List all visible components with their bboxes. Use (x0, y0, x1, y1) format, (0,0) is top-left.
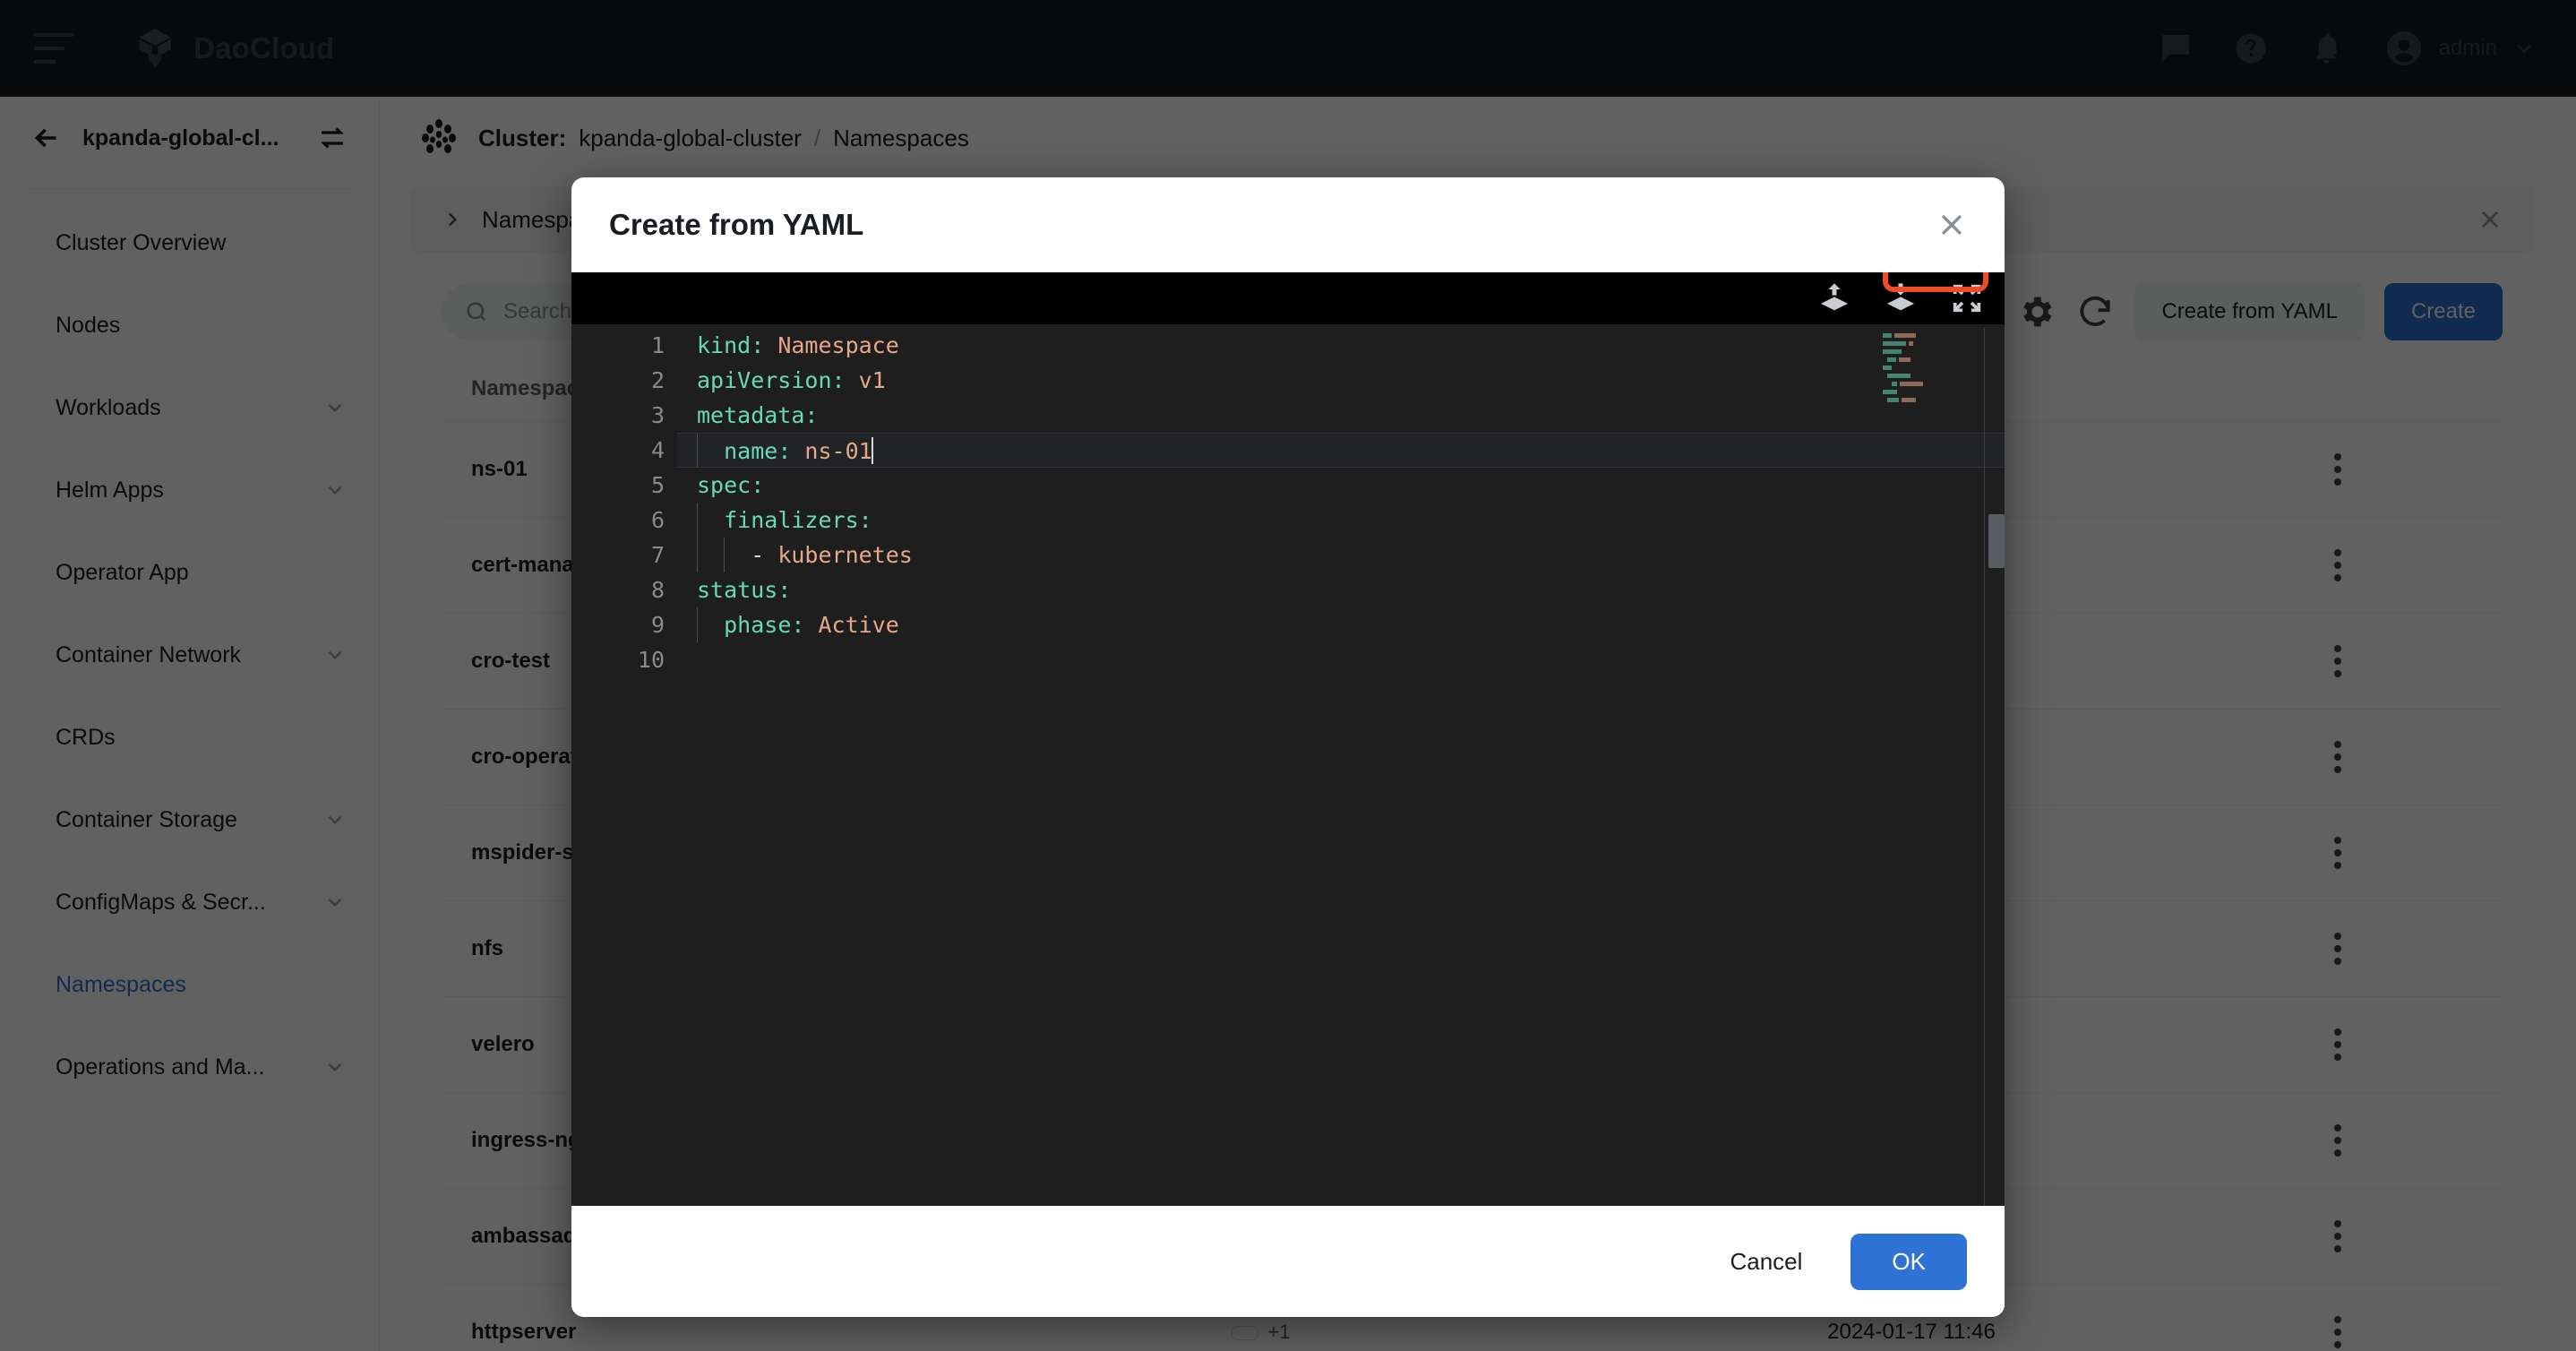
line-number: 1 (650, 332, 665, 358)
yaml-key: kind: (697, 332, 765, 358)
indent-guide (697, 503, 698, 538)
yaml-value: ns-01 (791, 438, 872, 464)
line-number: 8 (650, 577, 665, 603)
yaml-key: - (751, 542, 765, 568)
yaml-value: kubernetes (764, 542, 913, 568)
indent-guide (697, 538, 698, 572)
cancel-button[interactable]: Cancel (1712, 1234, 1820, 1290)
ok-button[interactable]: OK (1850, 1233, 1967, 1290)
code-line[interactable]: finalizers: (677, 503, 2005, 538)
line-number: 4 (650, 437, 665, 463)
line-number: 3 (650, 402, 665, 428)
editor-action-icons (1816, 278, 1985, 319)
fullscreen-icon[interactable] (1949, 280, 1985, 316)
yaml-key: spec: (697, 472, 765, 498)
text-cursor (871, 437, 873, 464)
line-number: 7 (650, 542, 665, 568)
code-line[interactable]: metadata: (677, 398, 2005, 433)
indent-guide (724, 538, 725, 572)
code-line[interactable]: spec: (677, 468, 2005, 503)
yaml-key: apiVersion: (697, 367, 846, 393)
download-icon[interactable] (1883, 280, 1919, 316)
code-line[interactable]: status: (677, 572, 2005, 607)
code-area[interactable]: kind: Namespace apiVersion: v1 metadata: n… (677, 272, 2005, 1206)
create-from-yaml-dialog: Create from YAML 1 2 3 4 5 6 7 8 9 10 kind: Names… (571, 177, 2005, 1317)
indent-guide (697, 434, 698, 467)
code-line[interactable]: - kubernetes (677, 538, 2005, 572)
yaml-key: status: (697, 577, 792, 603)
yaml-value: Active (804, 612, 899, 638)
code-line[interactable] (677, 642, 2005, 677)
app-root: DaoCloud admin (0, 0, 2576, 1351)
yaml-key: finalizers: (724, 507, 872, 533)
code-line[interactable]: name: ns-01 (677, 433, 2005, 468)
code-line[interactable]: kind: Namespace (677, 328, 2005, 363)
line-number: 6 (650, 507, 665, 533)
yaml-key: phase: (724, 612, 805, 638)
code-line[interactable]: phase: Active (677, 607, 2005, 642)
yaml-value: v1 (845, 367, 886, 393)
close-icon[interactable] (1936, 210, 1967, 240)
editor-scroll-track (1984, 328, 1985, 1206)
line-number: 10 (637, 647, 665, 673)
editor-scrollbar-thumb[interactable] (1988, 514, 2005, 568)
dialog-header: Create from YAML (571, 177, 2005, 272)
yaml-key: metadata: (697, 402, 819, 428)
line-number: 2 (650, 367, 665, 393)
dialog-title: Create from YAML (609, 208, 864, 241)
yaml-editor[interactable]: 1 2 3 4 5 6 7 8 9 10 kind: Namespace apiVersion: v… (571, 272, 2005, 1206)
yaml-value: Namespace (764, 332, 899, 358)
yaml-key: name: (724, 438, 792, 464)
line-number: 9 (650, 612, 665, 638)
upload-icon[interactable] (1816, 280, 1852, 316)
line-number-gutter: 1 2 3 4 5 6 7 8 9 10 (571, 272, 677, 1206)
indent-guide (697, 607, 698, 642)
line-number: 5 (650, 472, 665, 498)
editor-toolbar (571, 272, 2005, 324)
dialog-footer: Cancel OK (571, 1206, 2005, 1317)
code-line[interactable]: apiVersion: v1 (677, 363, 2005, 398)
